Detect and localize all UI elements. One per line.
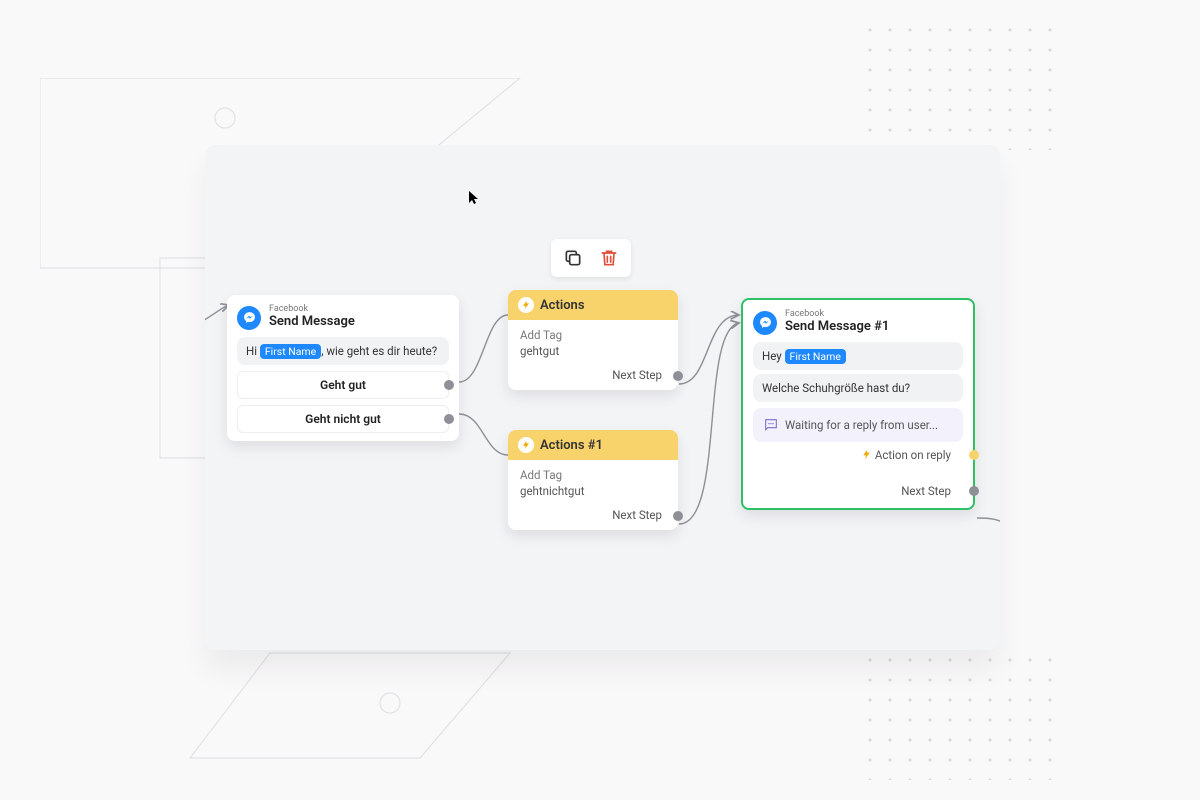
waiting-for-reply[interactable]: Waiting for a reply from user...	[753, 408, 963, 442]
actions-title: Actions #1	[540, 438, 603, 453]
message-bubble[interactable]: Hey First Name	[753, 342, 963, 370]
quick-reply-option-1[interactable]: Geht gut	[237, 371, 449, 399]
quick-reply-label: Geht gut	[320, 378, 366, 392]
output-port-action[interactable]	[969, 450, 979, 460]
next-step-row[interactable]: Next Step	[508, 362, 678, 390]
node-actions[interactable]: Actions Add Tag gehtgut Next Step	[508, 290, 678, 390]
chat-icon	[763, 417, 779, 433]
next-step-label: Next Step	[901, 484, 951, 498]
next-step-label: Next Step	[612, 368, 662, 382]
action-tag-value: gehtgut	[520, 344, 666, 358]
next-step-row[interactable]: Next Step	[508, 502, 678, 530]
message-text: Welche Schuhgröße hast du?	[762, 381, 910, 395]
output-port[interactable]	[673, 511, 683, 521]
decor-dot-grid-bottom	[860, 650, 1060, 780]
variable-chip-first-name: First Name	[260, 344, 321, 359]
action-on-reply-label: Action on reply	[875, 448, 951, 462]
next-step-row[interactable]: Next Step	[753, 484, 963, 498]
node-platform-label: Facebook	[785, 310, 889, 319]
action-icon	[518, 437, 534, 453]
node-title: Send Message #1	[785, 319, 889, 336]
message-bubble-2[interactable]: Welche Schuhgröße hast du?	[753, 374, 963, 402]
message-bubble[interactable]: Hi First Name, wie geht es dir heute?	[237, 337, 449, 365]
messenger-icon	[753, 311, 777, 335]
quick-reply-label: Geht nicht gut	[305, 412, 381, 426]
message-text-pre: Hi	[246, 344, 260, 358]
node-send-message-1-selected[interactable]: Facebook Send Message #1 Hey First Name …	[741, 298, 975, 510]
node-platform-label: Facebook	[269, 305, 355, 314]
waiting-label: Waiting for a reply from user...	[785, 418, 938, 432]
trash-icon	[599, 248, 619, 268]
action-type-label: Add Tag	[520, 468, 666, 482]
node-toolbar	[551, 239, 631, 277]
next-step-label: Next Step	[612, 508, 662, 522]
copy-button[interactable]	[559, 244, 587, 272]
output-port[interactable]	[969, 486, 979, 496]
message-text-post: , wie geht es dir heute?	[321, 344, 437, 358]
delete-button[interactable]	[595, 244, 623, 272]
action-icon	[518, 297, 534, 313]
action-on-reply-row[interactable]: Action on reply	[753, 448, 963, 462]
output-port[interactable]	[444, 414, 454, 424]
mouse-cursor	[469, 191, 481, 209]
quick-reply-option-2[interactable]: Geht nicht gut	[237, 405, 449, 433]
action-type-label: Add Tag	[520, 328, 666, 342]
variable-chip-first-name: First Name	[785, 349, 846, 364]
node-title: Send Message	[269, 314, 355, 331]
action-tag-value: gehtnichtgut	[520, 484, 666, 498]
message-text-pre: Hey	[762, 349, 785, 363]
actions-title: Actions	[540, 298, 585, 313]
messenger-icon	[237, 306, 261, 330]
decor-dot-grid	[860, 20, 1060, 150]
output-port[interactable]	[673, 371, 683, 381]
node-send-message[interactable]: Facebook Send Message Hi First Name, wie…	[227, 295, 459, 441]
output-port[interactable]	[444, 380, 454, 390]
flow-canvas[interactable]: Facebook Send Message Hi First Name, wie…	[205, 145, 1000, 650]
node-actions-1[interactable]: Actions #1 Add Tag gehtnichtgut Next Ste…	[508, 430, 678, 530]
copy-icon	[563, 248, 583, 268]
bolt-icon	[861, 449, 872, 460]
